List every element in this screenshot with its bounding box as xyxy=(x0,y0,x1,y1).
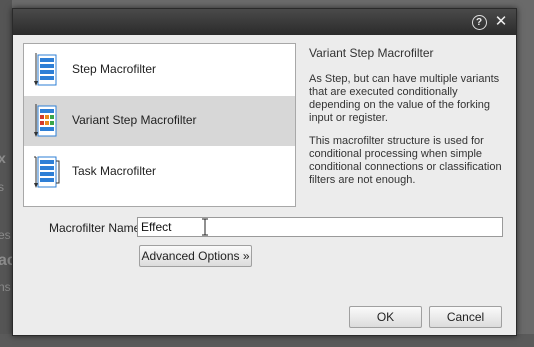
step-macrofilter-icon xyxy=(34,53,57,86)
description-panel: Variant Step Macrofilter As Step, but ca… xyxy=(309,47,505,197)
list-item-label: Step Macrofilter xyxy=(72,62,157,76)
macrofilter-name-label: Macrofilter Name: xyxy=(49,221,144,235)
macrofilter-type-list: Step Macrofilter Variant Step Macrofilte… xyxy=(23,43,296,207)
background-ghost-text: x xyxy=(0,150,6,166)
background-ghost-text: es xyxy=(0,228,11,242)
close-icon[interactable]: ✕ xyxy=(493,14,509,30)
task-macrofilter-icon xyxy=(34,156,60,188)
text-cursor-icon xyxy=(202,218,208,236)
macrofilter-name-input[interactable] xyxy=(137,217,503,237)
list-item-step-macrofilter[interactable]: Step Macrofilter xyxy=(24,45,295,95)
dialog-titlebar: ? ✕ xyxy=(13,9,516,35)
help-icon: ? xyxy=(471,15,487,30)
advanced-options-button[interactable]: Advanced Options » xyxy=(139,245,252,267)
list-item-label: Variant Step Macrofilter xyxy=(72,113,197,127)
background-ghost-text: s xyxy=(0,180,4,194)
background-left-strip xyxy=(0,0,12,347)
background-ghost-text: ns xyxy=(0,280,11,294)
background-right-strip xyxy=(514,0,534,347)
new-macrofilter-dialog: ? ✕ Step Macrofilter Variant Step Macrof… xyxy=(12,8,517,336)
help-button[interactable]: ? xyxy=(471,14,487,30)
list-item-label: Task Macrofilter xyxy=(72,164,157,178)
description-paragraph: As Step, but can have multiple variants … xyxy=(309,73,500,124)
variant-step-macrofilter-icon xyxy=(34,104,57,137)
cancel-button[interactable]: Cancel xyxy=(429,306,502,328)
ok-button[interactable]: OK xyxy=(349,306,422,328)
description-title: Variant Step Macrofilter xyxy=(309,46,434,60)
list-item-variant-step-macrofilter[interactable]: Variant Step Macrofilter xyxy=(24,96,295,146)
description-paragraph: This macrofilter structure is used for c… xyxy=(309,135,502,186)
list-item-task-macrofilter[interactable]: Task Macrofilter xyxy=(24,147,295,197)
